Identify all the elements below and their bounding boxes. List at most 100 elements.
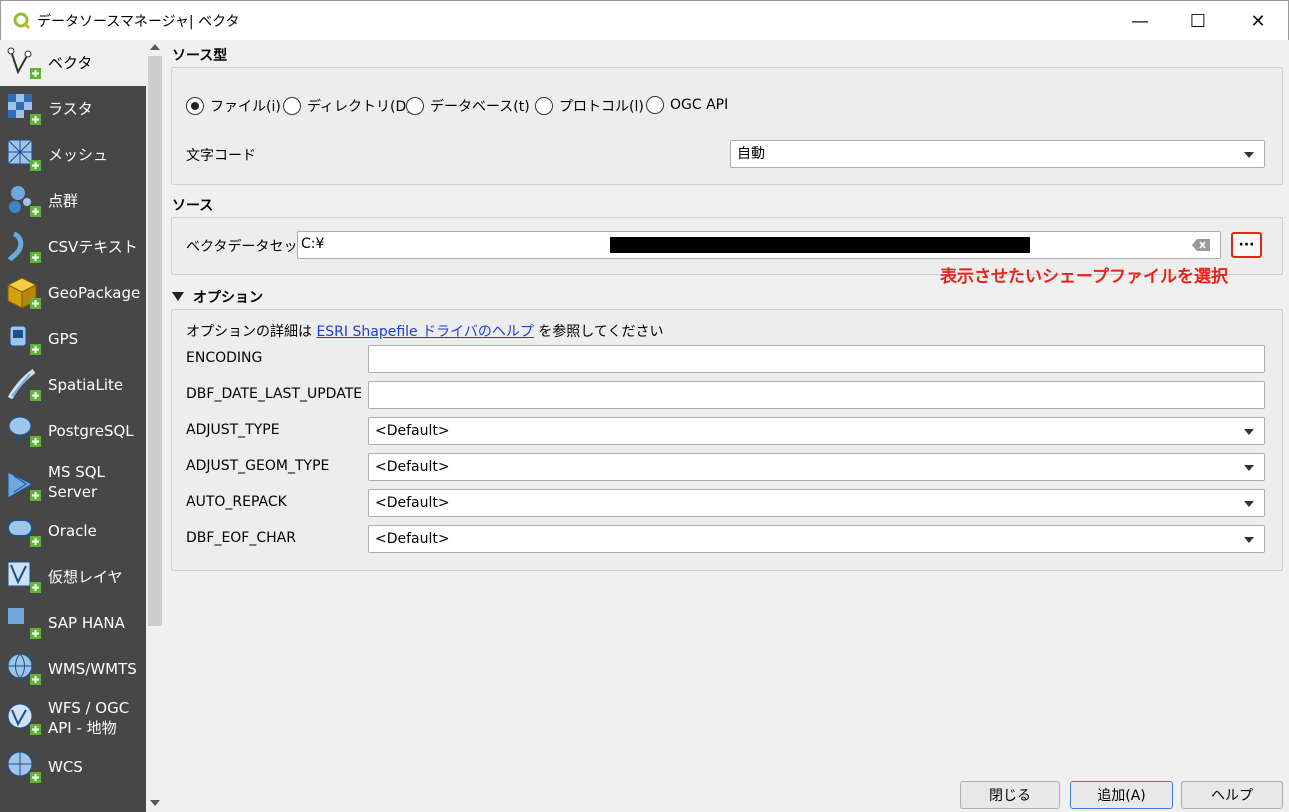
sidebar-item-wms[interactable]: WMS/WMTS bbox=[0, 646, 146, 692]
radio-protocol[interactable]: プロトコル(l) bbox=[535, 96, 644, 116]
sidebar-item-label: 点群 bbox=[48, 192, 79, 210]
radio-icon bbox=[535, 97, 553, 115]
scrollbar-thumb[interactable] bbox=[148, 56, 162, 626]
wfs-icon bbox=[7, 703, 41, 735]
postgresql-icon bbox=[8, 416, 41, 447]
clear-icon[interactable] bbox=[1192, 239, 1210, 251]
option-label-dbf-date: DBF_DATE_LAST_UPDATE bbox=[186, 386, 363, 402]
radio-ogc-api[interactable]: OGC API bbox=[646, 96, 728, 114]
dataset-label: ベクタデータセット bbox=[186, 239, 312, 255]
sidebar-item-label: WFS / OGC API - 地物 bbox=[48, 699, 130, 737]
sidebar-item-wcs[interactable]: WCS bbox=[0, 744, 146, 790]
sidebar-item-oracle[interactable]: Oracle bbox=[0, 508, 146, 554]
sidebar-item-mesh[interactable]: メッシュ bbox=[0, 132, 146, 178]
help-button[interactable]: ヘルプ bbox=[1181, 781, 1283, 809]
option-label-adjust-type: ADJUST_TYPE bbox=[186, 422, 280, 438]
sidebar-item-label: ラスタ bbox=[48, 100, 93, 118]
chevron-down-icon bbox=[1244, 465, 1254, 471]
option-label-encoding: ENCODING bbox=[186, 350, 263, 366]
option-input-dbf-date[interactable] bbox=[368, 381, 1265, 409]
oracle-icon bbox=[7, 519, 41, 547]
sidebar-item-point-cloud[interactable]: 点群 bbox=[0, 178, 146, 224]
window-title: データソースマネージャ| ベクタ bbox=[37, 14, 240, 30]
option-combo-adjust-geom-type[interactable]: <Default> bbox=[368, 453, 1265, 481]
add-button[interactable]: 追加(A) bbox=[1070, 781, 1173, 809]
radio-selected-icon bbox=[186, 97, 204, 115]
vector-icon bbox=[7, 47, 41, 79]
options-title[interactable]: オプション bbox=[193, 287, 263, 307]
mssql-icon bbox=[7, 471, 41, 501]
collapse-triangle-icon[interactable] bbox=[172, 292, 184, 301]
provider-sidebar: ベクタ ラスタ メッシュ 点群 CSVテキスト GeoPackage GPS S… bbox=[0, 40, 146, 812]
sidebar-item-label: メッシュ bbox=[48, 146, 109, 164]
sidebar-item-label: MS SQL Server bbox=[48, 463, 105, 501]
chevron-down-icon bbox=[1244, 152, 1254, 158]
raster-icon bbox=[8, 94, 41, 125]
scroll-down-icon[interactable] bbox=[150, 800, 160, 806]
browse-button[interactable]: ··· bbox=[1231, 232, 1262, 258]
radio-icon bbox=[646, 96, 664, 114]
virtual-layer-icon bbox=[7, 561, 41, 593]
sidebar-item-spatialite[interactable]: SpatiaLite bbox=[0, 362, 146, 408]
sidebar-item-label: WMS/WMTS bbox=[48, 660, 137, 678]
radio-directory[interactable]: ディレクトリ(D) bbox=[283, 96, 412, 116]
chevron-down-icon bbox=[1244, 429, 1254, 435]
sidebar-scrollbar[interactable] bbox=[146, 40, 164, 812]
maximize-button[interactable]: ☐ bbox=[1169, 1, 1227, 41]
encoding-combo[interactable]: 自動 bbox=[730, 140, 1265, 168]
close-window-button[interactable]: ✕ bbox=[1229, 1, 1287, 41]
sidebar-item-postgresql[interactable]: PostgreSQL bbox=[0, 408, 146, 454]
sap-hana-icon bbox=[8, 608, 41, 639]
driver-help-link[interactable]: ESRI Shapefile ドライバのヘルプ bbox=[316, 324, 533, 340]
sidebar-item-label: CSVテキスト bbox=[48, 238, 138, 256]
sidebar-item-sap-hana[interactable]: SAP HANA bbox=[0, 600, 146, 646]
annotation-text: 表示させたいシェープファイルを選択 bbox=[940, 267, 1228, 287]
geopackage-icon bbox=[6, 277, 41, 309]
sidebar-item-label: 仮想レイヤ bbox=[48, 568, 123, 586]
options-info: オプションの詳細は ESRI Shapefile ドライバのヘルプ を参照してく… bbox=[186, 324, 664, 340]
spatialite-icon bbox=[7, 368, 41, 401]
sidebar-item-label: GPS bbox=[48, 330, 79, 348]
sidebar-item-vector[interactable]: ベクタ bbox=[0, 40, 146, 86]
sidebar-item-raster[interactable]: ラスタ bbox=[0, 86, 146, 132]
mesh-icon bbox=[7, 139, 41, 171]
option-combo-dbf-eof-char[interactable]: <Default> bbox=[368, 525, 1265, 553]
encoding-label: 文字コード bbox=[186, 148, 256, 164]
wms-icon bbox=[7, 653, 41, 685]
radio-icon bbox=[406, 97, 424, 115]
radio-file[interactable]: ファイル(i) bbox=[186, 96, 281, 116]
qgis-logo-icon bbox=[13, 12, 31, 30]
sidebar-item-csv[interactable]: CSVテキスト bbox=[0, 224, 146, 270]
minimize-button[interactable]: — bbox=[1111, 1, 1169, 41]
sidebar-item-label: PostgreSQL bbox=[48, 422, 134, 440]
option-label-dbf-eof-char: DBF_EOF_CHAR bbox=[186, 530, 296, 546]
chevron-down-icon bbox=[1244, 501, 1254, 507]
radio-icon bbox=[283, 97, 301, 115]
scroll-up-icon[interactable] bbox=[150, 44, 160, 50]
sidebar-item-label: WCS bbox=[48, 758, 83, 776]
sidebar-item-label: GeoPackage bbox=[48, 284, 141, 302]
close-button[interactable]: 閉じる bbox=[960, 781, 1060, 809]
csv-icon bbox=[7, 231, 41, 263]
option-input-encoding[interactable] bbox=[368, 345, 1265, 373]
wcs-icon bbox=[7, 751, 41, 783]
option-combo-auto-repack[interactable]: <Default> bbox=[368, 489, 1265, 517]
option-combo-adjust-type[interactable]: <Default> bbox=[368, 417, 1265, 445]
sidebar-item-label: SpatiaLite bbox=[48, 376, 124, 394]
sidebar-item-geopackage[interactable]: GeoPackage bbox=[0, 270, 146, 316]
radio-database[interactable]: データベース(t) bbox=[406, 96, 530, 116]
option-label-adjust-geom-type: ADJUST_GEOM_TYPE bbox=[186, 458, 330, 474]
source-type-title: ソース型 bbox=[172, 48, 228, 64]
option-label-auto-repack: AUTO_REPACK bbox=[186, 494, 287, 510]
chevron-down-icon bbox=[1244, 537, 1254, 543]
sidebar-item-virtual-layer[interactable]: 仮想レイヤ bbox=[0, 554, 146, 600]
sidebar-item-label: Oracle bbox=[48, 522, 97, 540]
sidebar-item-label: ベクタ bbox=[48, 54, 93, 72]
gps-icon bbox=[9, 325, 41, 355]
title-bar: データソースマネージャ| ベクタ — ☐ ✕ bbox=[0, 0, 1289, 40]
sidebar-item-gps[interactable]: GPS bbox=[0, 316, 146, 362]
sidebar-item-wfs[interactable]: WFS / OGC API - 地物 bbox=[0, 692, 146, 748]
source-title: ソース bbox=[172, 198, 214, 214]
point-cloud-icon bbox=[9, 186, 41, 217]
dataset-path-input[interactable]: C:¥ ¥jigyousho_2020.shp bbox=[297, 231, 1221, 259]
